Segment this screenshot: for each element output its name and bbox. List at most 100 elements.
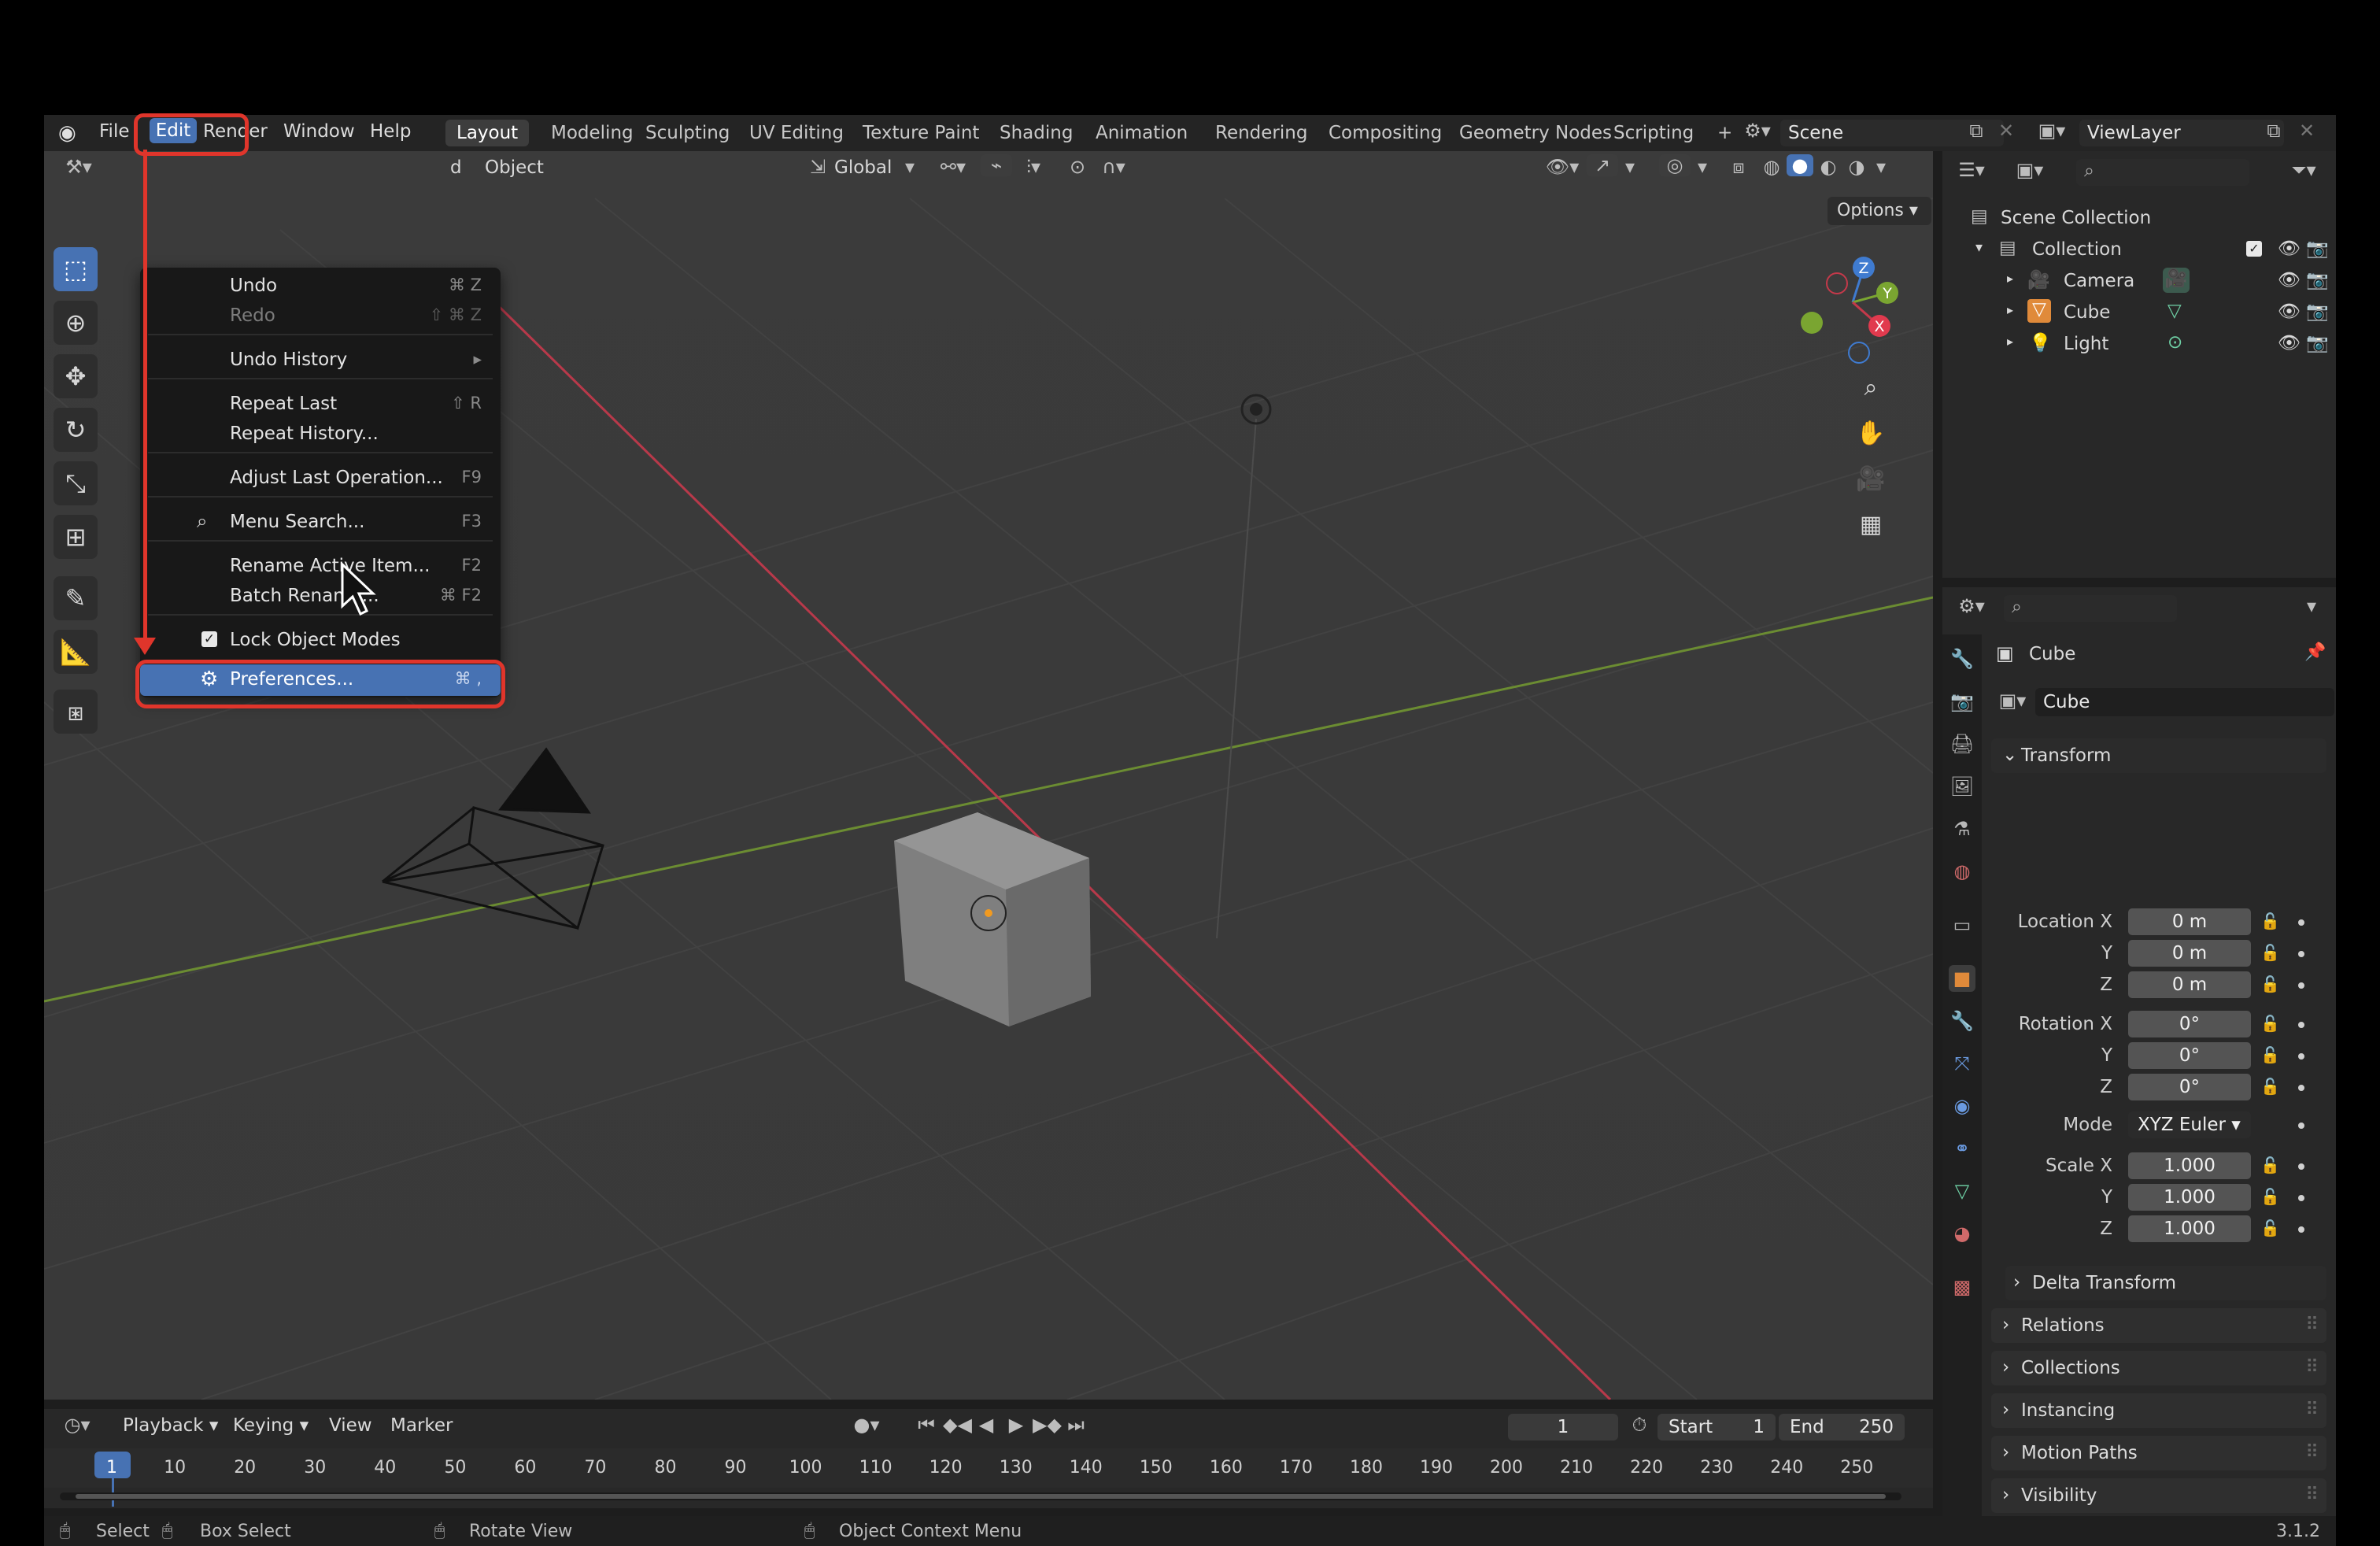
eye-icon[interactable]: 👁	[2278, 301, 2301, 322]
next-keyframe-icon[interactable]: ▶◆	[1033, 1414, 1062, 1436]
keyframe-dot-icon[interactable]	[2298, 1123, 2304, 1129]
expand-arrow-icon[interactable]: ▸	[2007, 334, 2013, 349]
keying-menu[interactable]: Keying ▾	[233, 1415, 309, 1436]
drag-handle-icon[interactable]: ⠿	[2305, 1400, 2319, 1420]
menu-item-batch-rename[interactable]: Batch Rename... ⌘ F2	[140, 581, 501, 611]
delete-viewlayer-icon[interactable]: ✕	[2295, 120, 2319, 142]
outliner-row-camera[interactable]: ▸ 🎥 Camera 🎥 👁 📷	[1942, 266, 2336, 296]
lock-icon[interactable]: 🔓	[2260, 1045, 2280, 1064]
display-mode-icon[interactable]: ▣▾	[2009, 159, 2051, 181]
end-frame-field[interactable]: End 250	[1779, 1414, 1905, 1441]
mode-partial-label[interactable]: d	[450, 157, 462, 178]
zoom-icon[interactable]: ⌕	[1851, 368, 1890, 408]
prev-keyframe-icon[interactable]: ◆◀	[943, 1414, 972, 1436]
move-tool-icon[interactable]: ✥	[54, 354, 98, 398]
rotation-x-field[interactable]: 0°	[2128, 1011, 2251, 1037]
lock-icon[interactable]: 🔓	[2260, 943, 2280, 962]
pin-icon[interactable]: 📌	[2304, 642, 2326, 662]
data-tab-icon[interactable]: ▽	[1949, 1178, 1975, 1204]
delta-transform-subpanel[interactable]: › Delta Transform	[2005, 1266, 2326, 1300]
location-z-field[interactable]: 0 m	[2128, 971, 2251, 998]
wireframe-shading-icon[interactable]: ◍	[1758, 156, 1785, 178]
proportional-edit-icon[interactable]: ⊙	[1064, 156, 1091, 178]
mesh-data-icon[interactable]: ▽	[2168, 301, 2182, 321]
outliner-search-input[interactable]: ⌕	[2076, 159, 2249, 186]
chevron-down-icon[interactable]: ▾	[1691, 156, 1714, 178]
cube-object[interactable]	[894, 812, 1091, 1026]
outliner-row-light[interactable]: ▸ 💡 Light ⊙ 👁 📷	[1942, 329, 2336, 359]
keyframe-dot-icon[interactable]	[2298, 951, 2304, 957]
tool-tab-icon[interactable]: 🔧	[1949, 645, 1975, 672]
menu-item-lock-object-modes[interactable]: ✓ Lock Object Modes	[140, 625, 501, 655]
collection-tab-icon[interactable]: ▭	[1949, 912, 1975, 938]
annotate-tool-icon[interactable]: ✎	[54, 576, 98, 620]
xray-icon[interactable]: ⧈	[1725, 156, 1752, 178]
object-tab-icon[interactable]: ■	[1949, 965, 1975, 992]
transform-tool-icon[interactable]: ⊞	[54, 515, 98, 559]
expand-arrow-icon[interactable]: ▸	[2007, 302, 2013, 317]
editor-type-icon[interactable]: ⚒▾	[55, 156, 102, 178]
panel-collections[interactable]: › Collections ⠿	[1991, 1351, 2326, 1385]
constraints-tab-icon[interactable]: ⚭	[1949, 1135, 1975, 1162]
record-icon[interactable]: ●▾	[847, 1414, 886, 1436]
view-menu[interactable]: View	[329, 1415, 372, 1436]
checkbox-checked-icon[interactable]: ✓	[201, 631, 217, 647]
menu-item-menu-search[interactable]: ⌕ Menu Search... F3	[140, 507, 501, 537]
tab-modeling[interactable]: Modeling	[540, 120, 645, 146]
object-name-field[interactable]: Cube	[2035, 688, 2334, 716]
scale-x-field[interactable]: 1.000	[2128, 1152, 2251, 1179]
orientation-dropdown[interactable]: Global	[834, 157, 892, 178]
camera-render-icon[interactable]: 📷	[2306, 269, 2329, 290]
camera-data-icon[interactable]: 🎥	[2163, 268, 2190, 293]
delete-scene-icon[interactable]: ✕	[1994, 120, 2018, 142]
snap-target-icon[interactable]: ⫶▾	[1014, 156, 1053, 178]
keyframe-dot-icon[interactable]	[2298, 1022, 2304, 1028]
lock-icon[interactable]: 🔓	[2260, 1077, 2280, 1096]
view-layer-tab-icon[interactable]: 🖼	[1949, 773, 1975, 800]
keyframe-dot-icon[interactable]	[2298, 1053, 2304, 1060]
properties-editor-type-icon[interactable]: ⚙▾	[1950, 595, 1993, 617]
camera-render-icon[interactable]: 📷	[2306, 238, 2329, 259]
menu-item-adjust-last-operation[interactable]: Adjust Last Operation... F9	[140, 463, 501, 493]
camera-view-icon[interactable]: 🎥	[1851, 460, 1890, 499]
start-frame-field[interactable]: Start 1	[1658, 1414, 1776, 1441]
snap-icon[interactable]: ⌁	[981, 154, 1012, 176]
jump-start-icon[interactable]: ⏮	[913, 1414, 940, 1436]
scale-z-field[interactable]: 1.000	[2128, 1215, 2251, 1242]
menu-window[interactable]: Window	[283, 121, 355, 142]
play-reverse-icon[interactable]: ◀	[973, 1414, 1000, 1436]
filter-icon[interactable]: ⏷▾	[2284, 159, 2323, 181]
keyframe-dot-icon[interactable]	[2298, 1195, 2304, 1201]
jump-end-icon[interactable]: ⏭	[1062, 1414, 1089, 1436]
tab-compositing[interactable]: Compositing	[1318, 120, 1453, 146]
output-tab-icon[interactable]: 🖨	[1949, 730, 1975, 757]
rotation-z-field[interactable]: 0°	[2128, 1074, 2251, 1100]
transform-panel-header[interactable]: ⌄ Transform	[1991, 738, 2326, 773]
tab-rendering[interactable]: Rendering	[1204, 120, 1318, 146]
expand-arrow-icon[interactable]: ▾	[1975, 239, 1983, 256]
location-y-field[interactable]: 0 m	[2128, 940, 2251, 967]
panel-relations[interactable]: › Relations ⠿	[1991, 1308, 2326, 1343]
playback-menu[interactable]: Playback ▾	[123, 1415, 218, 1436]
menu-item-repeat-history[interactable]: Repeat History...	[140, 419, 501, 449]
select-box-tool-icon[interactable]: ⬚	[54, 247, 98, 291]
outliner-editor-type-icon[interactable]: ☰▾	[1950, 159, 1993, 181]
tab-animation[interactable]: Animation	[1085, 120, 1199, 146]
tab-sculpting[interactable]: Sculpting	[634, 120, 741, 146]
menu-item-undo-history[interactable]: Undo History ▸	[140, 345, 501, 375]
eye-icon[interactable]: 👁	[2278, 332, 2301, 353]
tab-texture-paint[interactable]: Texture Paint	[852, 120, 990, 146]
lock-icon[interactable]: 🔓	[2260, 1219, 2280, 1237]
tab-shading[interactable]: Shading	[989, 120, 1084, 146]
tab-layout[interactable]: Layout	[445, 120, 530, 146]
chevron-down-icon[interactable]: ▾	[2300, 595, 2323, 617]
world-tab-icon[interactable]: ◍	[1949, 858, 1975, 885]
menu-item-redo[interactable]: Redo ⇧ ⌘ Z	[140, 301, 501, 331]
add-cube-tool-icon[interactable]: ⧆	[54, 690, 98, 734]
current-frame-field[interactable]: 1	[1508, 1414, 1618, 1441]
outliner-row-scene-collection[interactable]: ▤ Scene Collection	[1942, 203, 2336, 233]
keyframe-dot-icon[interactable]	[2298, 1226, 2304, 1233]
properties-search-input[interactable]: ⌕	[2004, 595, 2177, 622]
material-shading-icon[interactable]: ◐	[1815, 156, 1842, 178]
menu-help[interactable]: Help	[370, 121, 411, 142]
